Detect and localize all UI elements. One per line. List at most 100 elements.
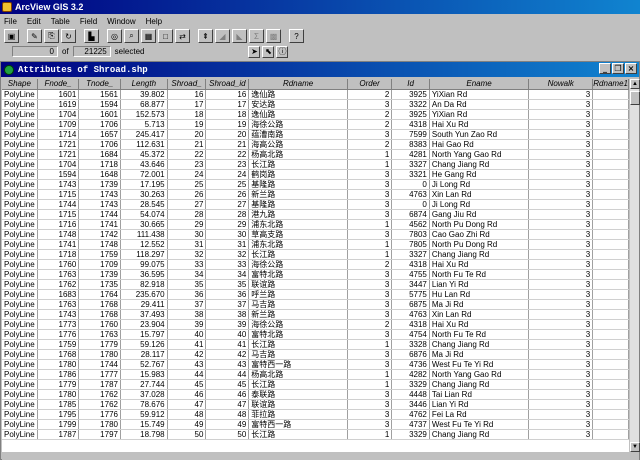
table-row[interactable]: PolyLine 1716 1741 30.665 29 29 浦东北路 1 4562 North… [2,219,629,230]
table-row[interactable]: PolyLine 1780 1762 37.028 46 46 泰联路 3 4448 Tai Li… [2,389,629,400]
find-button[interactable]: ◎ [107,29,122,43]
attribute-grid[interactable]: Shape Fnode_ Tnode_ Length Shroad_ Shroad_id R… [2,79,629,452]
menu-table[interactable]: Table [51,17,70,26]
table-cell: Hai Xu Rd [429,319,530,330]
refresh-button[interactable]: ↻ [61,29,76,43]
table-cell: 1748 [37,229,80,240]
sort-descending-button[interactable]: ◣ [232,29,247,43]
table-row[interactable]: PolyLine 1594 1648 72.001 24 24 鹤岗路 3 3321 He Gan… [2,169,629,180]
table-row[interactable]: PolyLine 1715 1743 30.263 26 26 新兰路 3 4763 Xin La… [2,189,629,200]
table-row[interactable]: PolyLine 1601 1561 39.802 16 16 逸仙路 2 3925 YiXian… [2,89,629,100]
table-row[interactable]: PolyLine 1787 1797 18.798 50 50 长江路 1 3329 Chang … [2,429,629,440]
copy-button[interactable]: ⎘ [44,29,59,43]
scroll-down-arrow-icon[interactable]: ▼ [630,442,640,452]
column-header[interactable]: Fnode_ [37,79,80,90]
table-row[interactable]: PolyLine 1709 1706 5.713 19 19 海徐公路 2 4318 Hai Xu… [2,119,629,130]
table-row[interactable]: PolyLine 1714 1657 245.417 20 20 蕴漕南路 3 7599 Sout… [2,129,629,140]
select-all-button[interactable]: ▦ [141,29,156,43]
table-row[interactable]: PolyLine 1743 1768 37.493 38 38 新兰路 3 4763 Xin La… [2,309,629,320]
table-row[interactable]: PolyLine 1785 1762 78.676 47 47 联谊路 3 3446 Lian Y… [2,399,629,410]
promote-button[interactable]: ⇞ [198,29,213,43]
column-header[interactable]: Shroad_id [205,79,250,90]
table-row[interactable]: PolyLine 1763 1739 36.595 34 34 富特北路 3 4755 North… [2,269,629,280]
select-all-icon: ▦ [144,31,153,41]
table-row[interactable]: PolyLine 1721 1684 45.372 22 22 杨高北路 1 4281 North… [2,149,629,160]
table-row[interactable]: PolyLine 1762 1735 82.918 35 35 联谊路 3 3447 Lian Y… [2,279,629,290]
table-row[interactable]: PolyLine 1760 1709 99.075 33 33 海徐公路 2 4318 Hai X… [2,259,629,270]
menu-window[interactable]: Window [107,17,135,26]
vertical-scrollbar[interactable]: ▲ ▼ [629,79,640,452]
column-header[interactable]: Ename [429,79,530,90]
table-row[interactable]: PolyLine 1786 1777 15.983 44 44 杨高北路 1 4282 North… [2,369,629,380]
table-cell: PolyLine [2,409,38,420]
sort-ascending-button[interactable]: ◢ [215,29,230,43]
table-cell: 41 [205,339,250,350]
column-header[interactable]: Shroad_ [167,79,207,90]
table-row[interactable]: PolyLine 1741 1748 12.552 31 31 浦东北路 1 7805 North… [2,239,629,250]
save-button[interactable]: ▣ [4,29,19,43]
column-header[interactable]: Length [120,79,168,90]
column-header[interactable]: Id [391,79,430,90]
chart-button[interactable]: ▙ [84,29,99,43]
table-cell: 呼兰路 [248,289,348,300]
table-row[interactable]: PolyLine 1721 1706 112.631 21 21 海高公路 2 8383 Hai … [2,139,629,150]
menu-help[interactable]: Help [146,17,162,26]
table-row[interactable]: PolyLine 1683 1764 235.670 36 36 呼兰路 3 5775 Hu La… [2,289,629,300]
table-cell: 浦东北路 [248,219,348,230]
minimize-button[interactable]: _ [599,63,611,74]
select-none-button[interactable]: □ [158,29,173,43]
horizontal-scroll-area [2,452,639,460]
column-header[interactable]: Rdname [248,79,348,90]
table-row[interactable]: PolyLine 1744 1743 28.545 27 27 基隆路 3 0 Ji Long R… [2,199,629,210]
table-cell: 20 [205,129,250,140]
column-header[interactable]: Tnode_ [78,79,121,90]
table-cell: 1 [347,149,393,160]
table-cell: 3446 [391,399,430,410]
pencil-icon: ✎ [31,31,38,41]
table-row[interactable]: PolyLine 1759 1779 59.126 41 41 长江路 1 3328 Chang … [2,339,629,350]
table-row[interactable]: PolyLine 1799 1780 15.749 49 49 富特西一路 3 4737 West… [2,419,629,430]
switch-selection-button[interactable]: ⇄ [175,29,190,43]
table-cell: 118.297 [120,249,168,260]
summarize-button[interactable]: Σ [249,29,264,43]
table-row[interactable]: PolyLine 1776 1763 15.797 40 40 富特北路 3 4754 North… [2,329,629,340]
menu-field[interactable]: Field [80,17,97,26]
table-cell: 1777 [78,369,121,380]
close-button[interactable]: × [625,63,637,74]
column-header[interactable]: Rdname1 [592,79,629,90]
table-cell: 44 [205,369,250,380]
calculator-icon: ▩ [269,31,278,41]
restore-button[interactable]: ❐ [612,63,624,74]
table-row[interactable]: PolyLine 1748 1742 111.438 30 30 草高支路 3 7803 Cao … [2,229,629,240]
table-row[interactable]: PolyLine 1795 1776 59.912 48 48 菲拉路 3 4762 Fei La… [2,409,629,420]
scroll-up-arrow-icon[interactable]: ▲ [630,79,640,89]
table-row[interactable]: PolyLine 1768 1780 28.117 42 42 马吉路 3 6876 Ma Ji … [2,349,629,360]
table-row[interactable]: PolyLine 1763 1768 29.411 37 37 马吉路 3 6875 Ma Ji … [2,299,629,310]
identify-tool[interactable]: ⓘ [276,45,289,58]
table-cell: 45 [167,379,207,390]
table-row[interactable]: PolyLine 1773 1760 23.904 39 39 海徐公路 2 4318 Hai X… [2,319,629,330]
edit-button[interactable]: ✎ [27,29,42,43]
table-cell [592,209,629,220]
table-row[interactable]: PolyLine 1704 1718 43.646 23 23 长江路 1 3327 Chang … [2,159,629,170]
help-button[interactable]: ? [289,29,304,43]
table-cell: West Fu Te Yi Rd [429,359,530,370]
menu-file[interactable]: File [4,17,17,26]
table-row[interactable]: PolyLine 1780 1744 52.767 43 43 富特西一路 3 4736 West… [2,359,629,370]
menu-edit[interactable]: Edit [27,17,41,26]
scroll-thumb[interactable] [630,91,640,105]
table-row[interactable]: PolyLine 1718 1759 118.297 32 32 长江路 1 3327 Chang… [2,249,629,260]
query-button[interactable]: ⌕ [124,29,139,43]
table-row[interactable]: PolyLine 1619 1594 68.877 17 17 安达路 3 3322 An Da … [2,99,629,110]
column-header[interactable]: Nowalk [528,79,594,90]
table-row[interactable]: PolyLine 1715 1744 54.074 28 28 港九路 3 6874 Gang J… [2,209,629,220]
table-row[interactable]: PolyLine 1743 1739 17.195 25 25 基隆路 3 0 Ji Long R… [2,179,629,190]
help-cursor-icon: ? [294,31,299,41]
table-row[interactable]: PolyLine 1704 1601 152.573 18 18 逸仙路 2 3925 YiXia… [2,109,629,120]
table-row[interactable]: PolyLine 1779 1787 27.744 45 45 长江路 1 3329 Chang … [2,379,629,390]
pointer-tool[interactable]: ➤ [248,45,261,58]
edit-tool[interactable]: ⬉ [262,45,275,58]
column-header[interactable]: Order [347,79,393,90]
calculate-button[interactable]: ▩ [266,29,281,43]
column-header[interactable]: Shape [2,79,38,90]
